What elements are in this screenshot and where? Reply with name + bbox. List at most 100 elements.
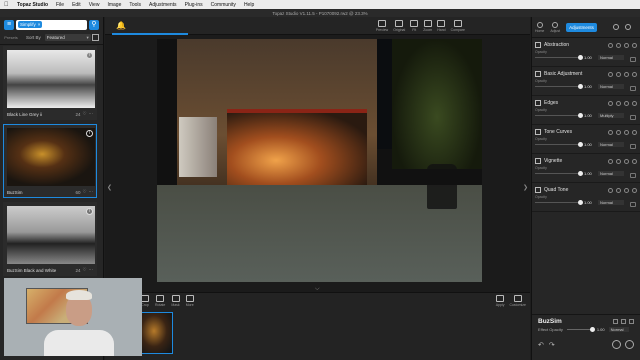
opacity-value[interactable]: 1.00 — [584, 84, 594, 89]
heart-icon[interactable]: ♡ — [82, 189, 86, 195]
opacity-value[interactable]: 1.00 — [584, 171, 594, 176]
opacity-slider[interactable] — [535, 113, 583, 118]
compare-tool[interactable]: Compare — [451, 19, 465, 32]
menu-file[interactable]: File — [56, 2, 64, 8]
customize-tool[interactable]: Customize — [509, 295, 526, 307]
trash-icon[interactable] — [632, 158, 637, 164]
toggle-icon[interactable] — [608, 158, 613, 164]
tab-save[interactable] — [613, 23, 619, 31]
menu-plugins[interactable]: Plug-ins — [185, 2, 203, 8]
mask-icon[interactable] — [630, 115, 636, 120]
menu-help[interactable]: Help — [244, 2, 254, 8]
adjustment-vignette[interactable]: Vignette Opacity 1.00 Normal — [532, 154, 640, 183]
slider-knob[interactable] — [578, 113, 583, 118]
trash-icon[interactable] — [632, 187, 637, 193]
slider-knob[interactable] — [578, 142, 583, 147]
preset-card-selected[interactable]: i BuzSim 60 ♡ ⋯ — [3, 124, 97, 198]
slider-knob[interactable] — [578, 171, 583, 176]
opacity-value[interactable]: 1.00 — [584, 142, 594, 147]
filter-icon[interactable]: ≡ — [4, 19, 14, 30]
history-icon[interactable] — [612, 340, 621, 349]
undo-icon[interactable]: ↶ — [538, 341, 544, 349]
menu-community[interactable]: Community — [211, 2, 236, 8]
opacity-slider[interactable] — [535, 84, 583, 89]
adjustment-abstraction[interactable]: Abstraction Opacity 1.00 Normal — [532, 38, 640, 67]
info-icon[interactable]: i — [86, 130, 93, 137]
tab-adjustments[interactable]: Adjustments — [566, 22, 597, 32]
menu-icon[interactable] — [621, 319, 626, 324]
trash-icon[interactable] — [632, 42, 637, 48]
toggle-icon[interactable] — [608, 100, 613, 106]
search-chip[interactable]: Simplify × — [18, 21, 43, 28]
more-icon[interactable]: ⋯ — [89, 111, 94, 117]
tab-home[interactable]: Home — [535, 21, 544, 33]
slider-knob[interactable] — [589, 327, 595, 332]
menu-tools[interactable]: Tools — [129, 2, 141, 8]
more-tool[interactable]: More — [185, 295, 194, 307]
preset-card[interactable]: i BuzSim Black and White 24 ♡ ⋯ — [3, 202, 97, 276]
slider-knob[interactable] — [578, 84, 583, 89]
preset-thumbnail[interactable]: i — [7, 128, 95, 186]
menu-edit[interactable]: Edit — [72, 2, 81, 8]
menu-icon[interactable] — [624, 42, 629, 48]
adjustment-quad-tone[interactable]: Quad Tone Opacity 1.00 Normal — [532, 183, 640, 212]
adjustment-tone-curves[interactable]: Tone Curves Opacity 1.00 Normal — [532, 125, 640, 154]
close-icon[interactable]: × — [38, 21, 41, 28]
more-icon[interactable]: ⋯ — [89, 189, 94, 195]
menu-view[interactable]: View — [89, 2, 100, 8]
apply-tool[interactable]: Apply — [496, 295, 504, 307]
search-input[interactable]: Simplify × — [16, 19, 87, 30]
fit-tool[interactable]: Fit — [410, 19, 419, 32]
menu-icon[interactable] — [624, 158, 629, 164]
blend-mode-select[interactable]: Normal — [598, 84, 624, 89]
opacity-slider[interactable] — [535, 55, 583, 60]
collapse-right-icon[interactable]: ❯ — [523, 184, 528, 191]
menu-icon[interactable] — [624, 100, 629, 106]
preview-tool[interactable]: Preview — [376, 19, 388, 32]
info-icon[interactable]: i — [86, 52, 93, 59]
toggle-icon[interactable] — [608, 42, 613, 48]
redo-icon[interactable]: ↷ — [549, 341, 555, 349]
opacity-slider[interactable] — [535, 171, 583, 176]
opacity-value[interactable]: 1.00 — [584, 200, 594, 205]
blend-mode-select[interactable]: Normal — [598, 171, 624, 176]
menu-image[interactable]: Image — [107, 2, 121, 8]
eye-icon[interactable] — [616, 129, 621, 135]
blend-mode-select[interactable]: Multiply — [598, 113, 624, 118]
reset-icon[interactable] — [629, 319, 634, 324]
grid-view-icon[interactable] — [92, 33, 99, 41]
eye-icon[interactable] — [616, 42, 621, 48]
presets-label[interactable]: Presets — [4, 35, 18, 40]
heart-icon[interactable]: ♡ — [82, 267, 86, 273]
info-icon[interactable]: i — [86, 208, 93, 215]
menu-app[interactable]: Topaz Studio — [17, 2, 48, 8]
mask-icon[interactable] — [630, 144, 636, 149]
menu-icon[interactable] — [624, 187, 629, 193]
adjustment-basic[interactable]: Basic Adjustment Opacity 1.00 Normal — [532, 67, 640, 96]
blend-mode-select[interactable]: Normal — [598, 142, 624, 147]
blend-mode-select[interactable]: Normal — [598, 200, 624, 205]
preset-thumbnail[interactable]: i — [7, 50, 95, 108]
opacity-value[interactable]: 1.00 — [584, 113, 594, 118]
mask-tool[interactable]: Mask — [171, 295, 180, 307]
eye-icon[interactable] — [616, 187, 621, 193]
mask-icon[interactable] — [630, 57, 636, 62]
menu-adjustments[interactable]: Adjustments — [149, 2, 177, 8]
settings-icon[interactable] — [625, 340, 634, 349]
toggle-icon[interactable] — [608, 71, 613, 77]
tab-adjust[interactable]: Adjust — [550, 21, 560, 33]
adjustment-edges[interactable]: Edges Opacity 1.00 Multiply — [532, 96, 640, 125]
collapse-left-icon[interactable]: ❮ — [107, 184, 112, 191]
opacity-value[interactable]: 1.00 — [584, 55, 594, 60]
mask-icon[interactable] — [630, 202, 636, 207]
crop-tool[interactable]: Crop — [141, 295, 149, 307]
zoom-tool[interactable]: Zoom — [423, 19, 432, 32]
hand-tool[interactable]: Hand — [437, 19, 446, 32]
trash-icon[interactable] — [632, 71, 637, 77]
save-preset-icon[interactable] — [613, 319, 618, 324]
preset-card[interactable]: i Black Line Grey ii 24 ♡ ⋯ — [3, 46, 97, 120]
more-icon[interactable]: ⋯ — [89, 267, 94, 273]
mask-icon[interactable] — [630, 173, 636, 178]
filmstrip-thumbnail[interactable] — [141, 312, 173, 354]
search-icon[interactable]: ⚲ — [89, 19, 99, 30]
